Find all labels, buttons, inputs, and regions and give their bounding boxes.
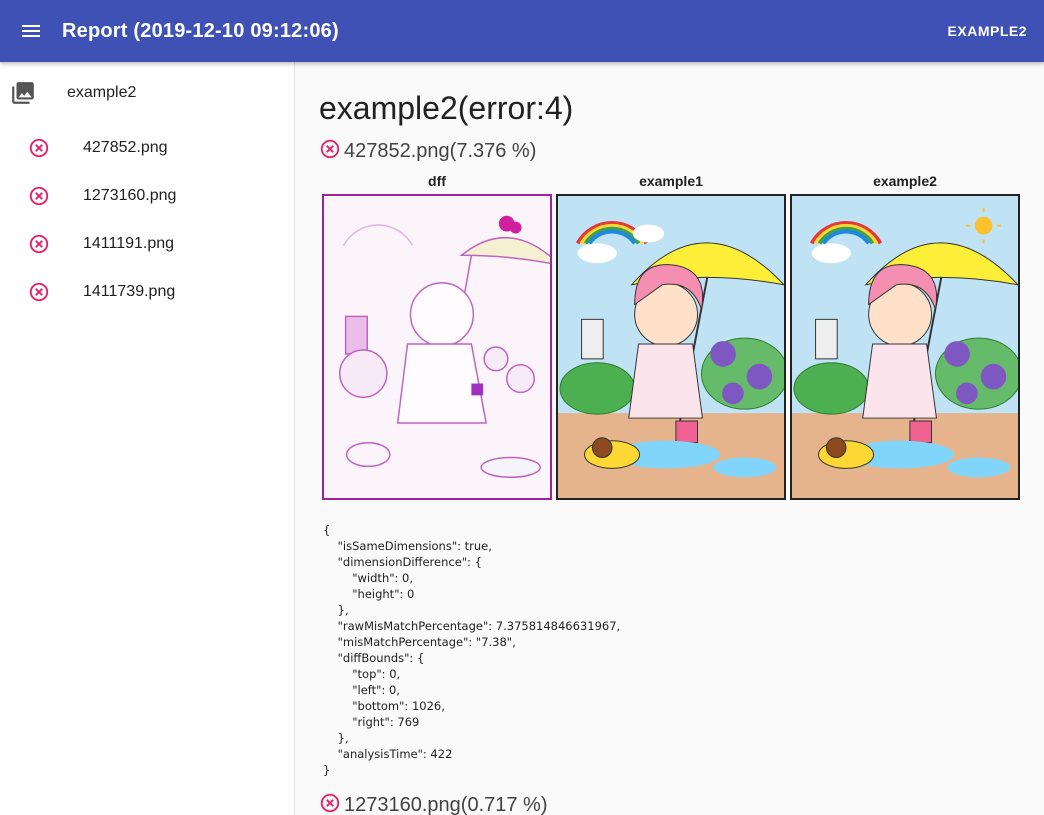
sidebar-item-label: 1411739.png [83,283,176,300]
image-caption: example1 [639,173,703,189]
file-name: 427852.png(7.376 %) [344,140,537,162]
sidebar-item[interactable]: 1411191.png [0,220,294,268]
app-bar: Report (2019-12-10 09:12:06) EXAMPLE2 [0,0,1044,62]
file-heading: 1273160.png(0.717 %) [319,793,548,815]
error-circle-icon [320,139,340,158]
menu-button[interactable] [0,0,62,62]
file-name: 1273160.png(0.717 %) [344,794,548,815]
sidebar-item-label: 1411191.png [83,235,175,252]
sidebar-item[interactable]: 427852.png [0,124,294,172]
file-heading: 427852.png(7.376 %) [319,139,537,163]
error-circle-icon [28,281,50,303]
example1-image[interactable] [556,194,786,500]
section-title: example2(error:4) [319,90,574,126]
main-content: example2(error:4) 427852.png(7.376 %) df… [296,62,1044,815]
image-column-diff: dff [322,172,552,500]
sidebar-item-label: 1273160.png [83,187,177,204]
error-circle-icon [28,185,50,207]
diff-image[interactable] [322,194,552,500]
sidebar-item[interactable]: 1411739.png [0,268,294,316]
image-column-example1: example1 [556,172,786,500]
image-caption: example2 [873,173,937,189]
menu-icon [22,25,40,37]
error-circle-icon [320,793,340,812]
sidebar-group-example2[interactable]: example2 [0,62,294,124]
image-caption: dff [428,173,446,189]
sidebar-group-label: example2 [67,84,137,101]
error-circle-icon [28,233,50,255]
app-title: Report (2019-12-10 09:12:06) [62,19,339,42]
sidebar-item[interactable]: 1273160.png [0,172,294,220]
app-bar-action-example2[interactable]: EXAMPLE2 [948,23,1027,39]
sidebar-item-label: 427852.png [83,139,168,156]
photo-library-icon [10,80,36,106]
error-circle-icon [28,137,50,159]
example2-image[interactable] [790,194,1020,500]
sidebar: example2 427852.png 1273160.png 1411191.pn… [0,62,295,815]
result-json: { "isSameDimensions": true, "dimensionDi… [323,523,621,777]
image-column-example2: example2 [790,172,1020,500]
